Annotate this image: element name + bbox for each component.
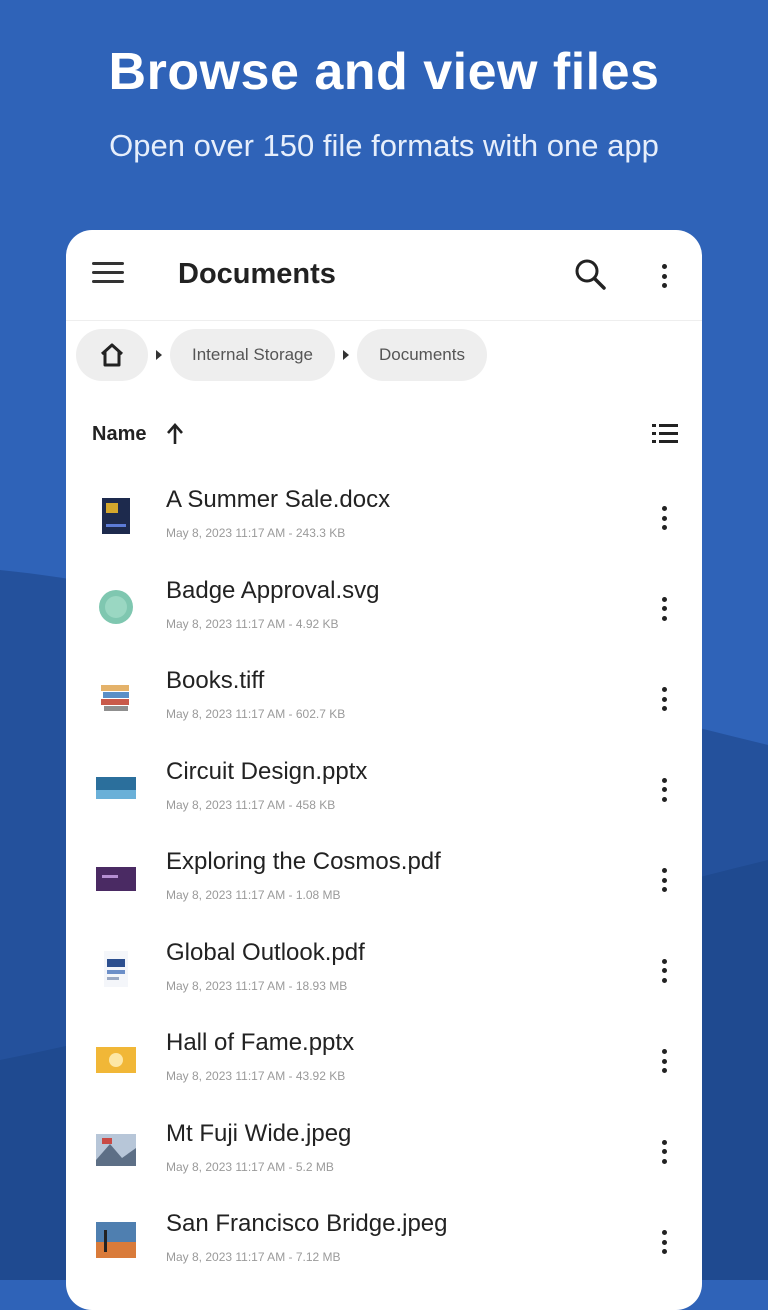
- more-vert-icon[interactable]: [652, 1224, 676, 1256]
- file-name: Badge Approval.svg: [166, 576, 380, 604]
- promo-subtitle: Open over 150 file formats with one app: [109, 128, 659, 163]
- file-meta: May 8, 2023 11:17 AM - 18.93 MB: [166, 978, 348, 993]
- jpeg-thumbnail: [96, 1133, 136, 1166]
- file-name: Global Outlook.pdf: [166, 938, 365, 966]
- chevron-right-icon: [335, 350, 357, 360]
- breadcrumb-home[interactable]: [76, 329, 148, 381]
- more-vert-icon[interactable]: [652, 681, 676, 713]
- file-meta: May 8, 2023 11:17 AM - 1.08 MB: [166, 888, 341, 902]
- file-meta: May 8, 2023 11:17 AM - 4.92 KB: [166, 616, 339, 631]
- search-icon[interactable]: [572, 256, 608, 292]
- file-row[interactable]: Global Outlook.pdf May 8, 2023 11:17 AM …: [66, 925, 702, 1016]
- sort-bar: Name: [66, 410, 702, 460]
- file-meta: May 8, 2023 11:17 AM - 43.92 KB: [166, 1069, 346, 1083]
- file-row[interactable]: Exploring the Cosmos.pdf May 8, 2023 11:…: [66, 834, 702, 925]
- list-view-icon[interactable]: [650, 420, 680, 448]
- arrow-up-icon[interactable]: [164, 421, 186, 447]
- pdf-thumbnail: [104, 950, 128, 987]
- breadcrumb: Internal Storage Documents: [76, 328, 487, 382]
- file-meta: May 8, 2023 11:17 AM - 5.2 MB: [166, 1159, 334, 1174]
- file-name: Books.tiff: [166, 667, 265, 694]
- file-browser-card: Documents Internal Storage Documents Nam…: [66, 230, 702, 1310]
- file-name: Circuit Design.pptx: [166, 757, 368, 785]
- app-bar: Documents: [66, 230, 702, 321]
- more-vert-icon[interactable]: [652, 500, 676, 532]
- file-name: San Francisco Bridge.jpeg: [166, 1210, 448, 1237]
- pptx-thumbnail: [96, 776, 136, 799]
- breadcrumb-internal-storage[interactable]: Internal Storage: [170, 329, 335, 381]
- breadcrumb-documents[interactable]: Documents: [356, 329, 487, 381]
- file-name: Exploring the Cosmos.pdf: [166, 848, 441, 875]
- more-vert-icon[interactable]: [652, 1134, 676, 1166]
- file-name: Hall of Fame.pptx: [166, 1029, 355, 1056]
- more-vert-icon[interactable]: [652, 1043, 676, 1075]
- pdf-thumbnail: [96, 867, 136, 891]
- file-row[interactable]: Books.tiff May 8, 2023 11:17 AM - 602.7 …: [66, 653, 702, 744]
- file-name: A Summer Sale.docx: [166, 486, 391, 513]
- file-meta: May 8, 2023 11:17 AM - 7.12 MB: [166, 1250, 341, 1264]
- tiff-thumbnail: [101, 685, 129, 711]
- file-row[interactable]: Badge Approval.svg May 8, 2023 11:17 AM …: [66, 563, 702, 654]
- sort-by-name[interactable]: Name: [92, 423, 146, 446]
- docx-thumbnail: [102, 498, 130, 534]
- file-meta: May 8, 2023 11:17 AM - 602.7 KB: [166, 707, 346, 721]
- file-meta: May 8, 2023 11:17 AM - 458 KB: [166, 797, 336, 812]
- file-row[interactable]: Hall of Fame.pptx May 8, 2023 11:17 AM -…: [66, 1015, 702, 1106]
- file-row[interactable]: San Francisco Bridge.jpeg May 8, 2023 11…: [66, 1196, 702, 1287]
- pptx-thumbnail: [96, 1047, 136, 1073]
- file-row[interactable]: Mt Fuji Wide.jpeg May 8, 2023 11:17 AM -…: [66, 1106, 702, 1197]
- menu-icon[interactable]: [92, 262, 124, 286]
- file-row[interactable]: A Summer Sale.docx May 8, 2023 11:17 AM …: [66, 472, 702, 563]
- page-title: Documents: [178, 258, 336, 290]
- more-vert-icon[interactable]: [652, 258, 676, 294]
- file-name: Mt Fuji Wide.jpeg: [166, 1119, 352, 1147]
- more-vert-icon[interactable]: [652, 591, 676, 623]
- chevron-right-icon: [148, 350, 170, 360]
- more-vert-icon[interactable]: [652, 772, 676, 804]
- file-meta: May 8, 2023 11:17 AM - 243.3 KB: [166, 526, 346, 540]
- file-list: A Summer Sale.docx May 8, 2023 11:17 AM …: [66, 472, 702, 1287]
- more-vert-icon[interactable]: [652, 862, 676, 894]
- svg-thumbnail: [99, 589, 133, 624]
- file-row[interactable]: Circuit Design.pptx May 8, 2023 11:17 AM…: [66, 744, 702, 835]
- more-vert-icon[interactable]: [652, 953, 676, 985]
- jpeg-thumbnail: [96, 1222, 136, 1258]
- home-icon: [100, 343, 124, 367]
- promo-title: Browse and view files: [108, 43, 660, 101]
